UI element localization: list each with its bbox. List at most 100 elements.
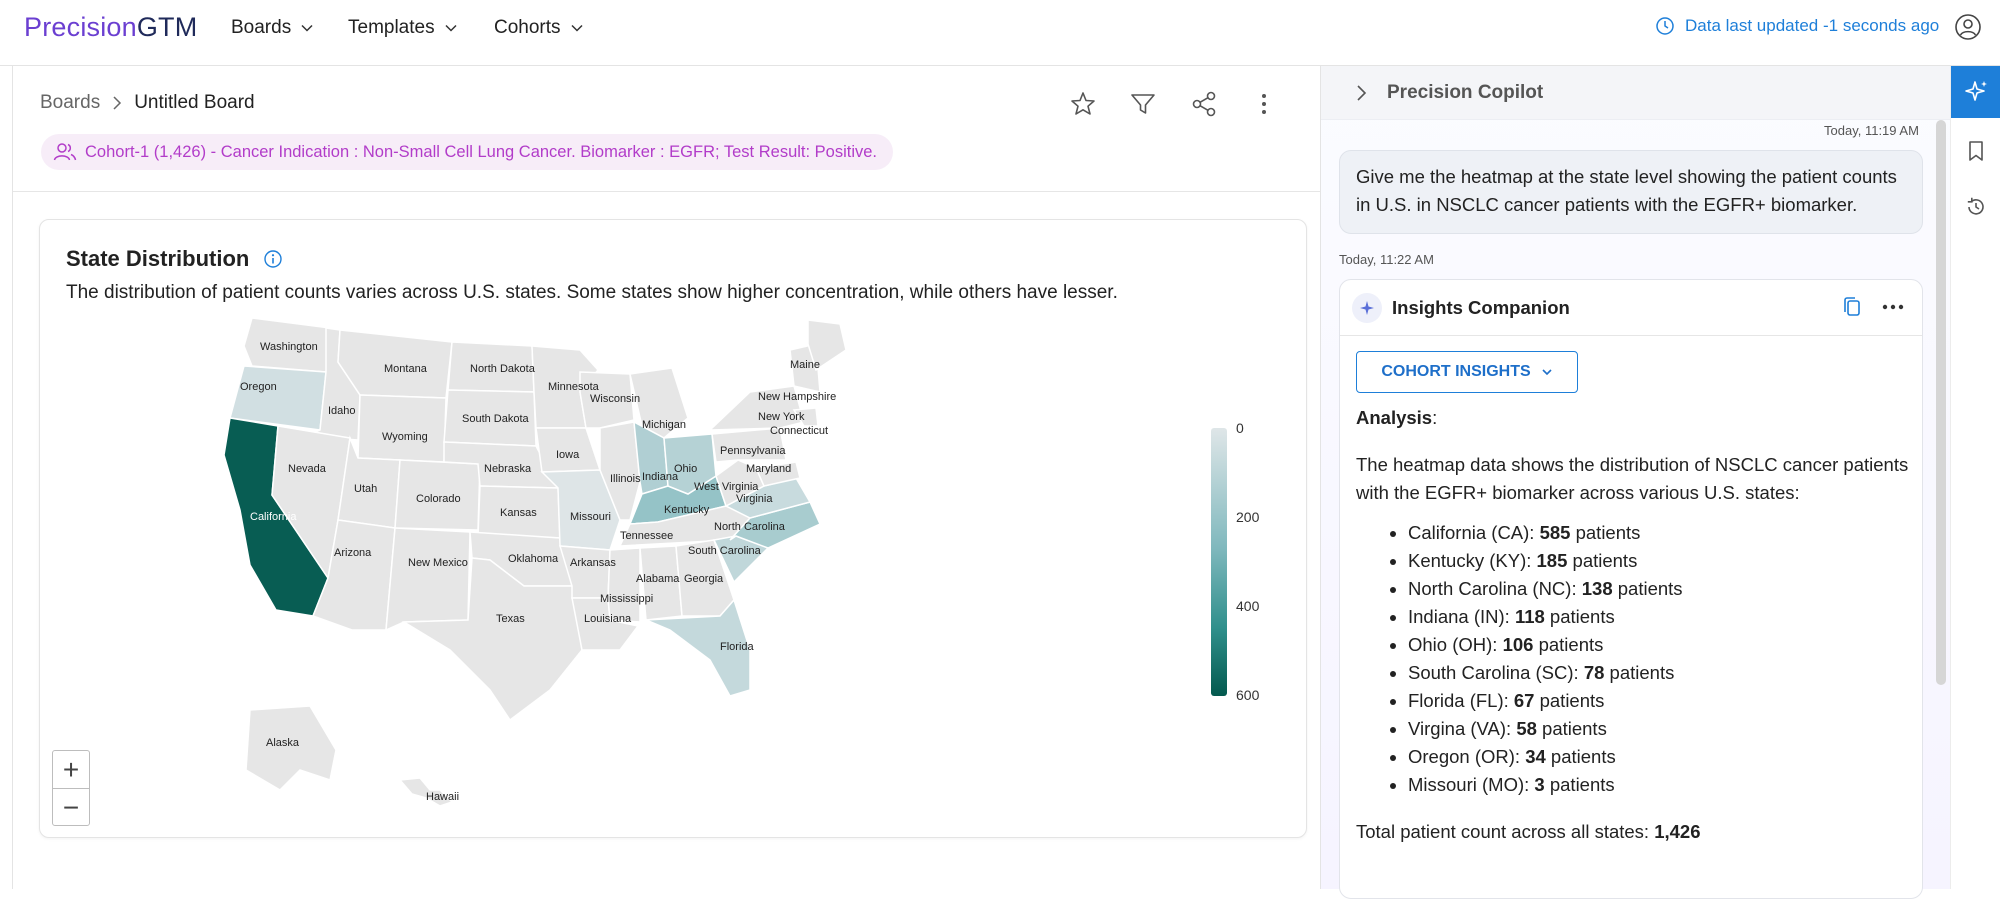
state-label: Kansas xyxy=(500,507,537,519)
insight-item: Oregon (OR): 34 patients xyxy=(1408,743,1912,771)
nav-boards[interactable]: Boards xyxy=(231,0,313,56)
insight-item: Missouri (MO): 3 patients xyxy=(1408,771,1912,799)
chevron-down-icon xyxy=(301,24,313,32)
state-label: Oklahoma xyxy=(508,553,559,565)
state-label: Mississippi xyxy=(600,593,653,605)
user-message-timestamp: Today, 11:19 AM xyxy=(1824,123,1919,138)
state-label: Georgia xyxy=(684,573,724,585)
analysis-intro: The heatmap data shows the distribution … xyxy=(1356,454,1909,503)
state-label: Wyoming xyxy=(382,431,428,443)
response-timestamp: Today, 11:22 AM xyxy=(1339,252,1434,267)
insight-item: Indiana (IN): 118 patients xyxy=(1408,603,1912,631)
zoom-in-button[interactable]: + xyxy=(53,751,89,789)
state-distribution-card: State Distribution The distribution of p… xyxy=(39,219,1307,838)
response-header: Insights Companion xyxy=(1340,280,1922,336)
copy-icon[interactable] xyxy=(1842,296,1862,318)
state-label: Utah xyxy=(354,483,377,495)
state-new-mexico[interactable] xyxy=(385,527,471,632)
share-icon xyxy=(1192,91,1216,117)
state-wyoming[interactable] xyxy=(357,394,447,463)
chevron-right-icon xyxy=(113,96,122,110)
more-options-button[interactable] xyxy=(1248,88,1280,120)
state-label: Hawaii xyxy=(426,791,459,803)
copilot-title: Precision Copilot xyxy=(1387,81,1544,103)
history-icon[interactable] xyxy=(1965,196,1987,218)
state-label: Maryland xyxy=(746,463,791,475)
breadcrumb-boards[interactable]: Boards xyxy=(40,92,100,114)
copilot-scrollbar[interactable] xyxy=(1936,120,1946,685)
bookmark-icon[interactable] xyxy=(1965,140,1987,162)
clock-icon xyxy=(1656,17,1674,35)
legend-tick: 200 xyxy=(1236,509,1260,525)
filter-icon xyxy=(1131,94,1155,114)
state-label: Minnesota xyxy=(548,381,600,393)
state-label: Connecticut xyxy=(770,425,828,437)
breadcrumb-current: Untitled Board xyxy=(134,92,255,113)
state-label: Nevada xyxy=(288,463,327,475)
state-label: Iowa xyxy=(556,449,580,461)
zoom-out-button[interactable]: − xyxy=(53,789,89,827)
state-label: Arizona xyxy=(334,547,372,559)
state-label: Texas xyxy=(496,613,525,625)
more-horizontal-icon[interactable] xyxy=(1880,296,1906,318)
info-icon[interactable] xyxy=(263,249,283,269)
state-label: South Carolina xyxy=(688,545,762,557)
breadcrumb: Boards Untitled Board xyxy=(40,92,255,114)
chevron-down-icon xyxy=(445,24,457,32)
insights-response: Insights Companion COHORT INSIGHTS Analy… xyxy=(1339,279,1923,899)
state-label: Ohio xyxy=(674,463,697,475)
state-label: New Mexico xyxy=(408,557,468,569)
board-area: Boards Untitled Board Cohort-1 (1,426) -… xyxy=(12,66,1321,889)
share-button[interactable] xyxy=(1188,88,1220,120)
state-label: Idaho xyxy=(328,405,356,417)
us-choropleth-map[interactable]: Washington Oregon California Idaho Nevada Mon… xyxy=(190,310,1070,830)
copilot-toggle-button[interactable] xyxy=(1951,66,2000,118)
insight-item: Florida (FL): 67 patients xyxy=(1408,687,1912,715)
state-label: Kentucky xyxy=(664,504,710,516)
analysis-heading: Analysis xyxy=(1356,407,1433,428)
state-label: Virginia xyxy=(736,493,773,505)
nav-templates[interactable]: Templates xyxy=(348,0,457,56)
app-logo[interactable]: PrecisionGTM xyxy=(24,12,197,43)
state-label: Illinois xyxy=(610,473,641,485)
copilot-panel: Precision Copilot Today, 11:19 AM Give m… xyxy=(1320,66,1951,899)
top-bar: PrecisionGTM Boards Templates Cohorts Da… xyxy=(0,0,2000,66)
state-label: Arkansas xyxy=(570,557,616,569)
state-label: West Virginia xyxy=(694,481,759,493)
state-label: Colorado xyxy=(416,493,461,505)
state-label: Missouri xyxy=(570,511,611,523)
state-label: Alaska xyxy=(266,737,300,749)
filter-button[interactable] xyxy=(1127,88,1159,120)
star-icon xyxy=(1071,92,1095,115)
chevron-right-icon[interactable] xyxy=(1351,83,1371,103)
user-account-icon[interactable] xyxy=(1954,13,1982,41)
state-label: North Carolina xyxy=(714,521,786,533)
state-label: Maine xyxy=(790,359,820,371)
data-updated-status: Data last updated -1 seconds ago xyxy=(1655,16,1939,36)
sparkle-icon xyxy=(1965,81,1987,101)
state-label: Oregon xyxy=(240,381,277,393)
state-label: Nebraska xyxy=(484,463,532,475)
color-legend xyxy=(1211,428,1227,696)
cohort-chip[interactable]: Cohort-1 (1,426) - Cancer Indication : N… xyxy=(41,134,894,170)
users-icon xyxy=(53,143,77,161)
cohort-insights-dropdown[interactable]: COHORT INSIGHTS xyxy=(1356,351,1578,393)
analysis-body: Analysis: The heatmap data shows the dis… xyxy=(1356,404,1912,846)
legend-tick: 400 xyxy=(1236,598,1260,614)
state-label: Michigan xyxy=(642,419,686,431)
right-rail xyxy=(1950,66,2000,889)
insight-item: Kentucky (KY): 185 patients xyxy=(1408,547,1912,575)
nav-cohorts[interactable]: Cohorts xyxy=(494,0,583,56)
state-label: Washington xyxy=(260,341,318,353)
user-message: Give me the heatmap at the state level s… xyxy=(1339,150,1923,234)
divider xyxy=(13,191,1321,192)
insight-item: South Carolina (SC): 78 patients xyxy=(1408,659,1912,687)
favorite-button[interactable] xyxy=(1067,88,1099,120)
state-label: South Dakota xyxy=(462,413,530,425)
companion-name: Insights Companion xyxy=(1392,296,1570,318)
state-label: California xyxy=(250,511,297,523)
insight-list: California (CA): 585 patientsKentucky (K… xyxy=(1408,519,1912,799)
chevron-down-icon xyxy=(571,24,583,32)
more-vertical-icon xyxy=(1262,94,1266,114)
state-label: Montana xyxy=(384,363,428,375)
